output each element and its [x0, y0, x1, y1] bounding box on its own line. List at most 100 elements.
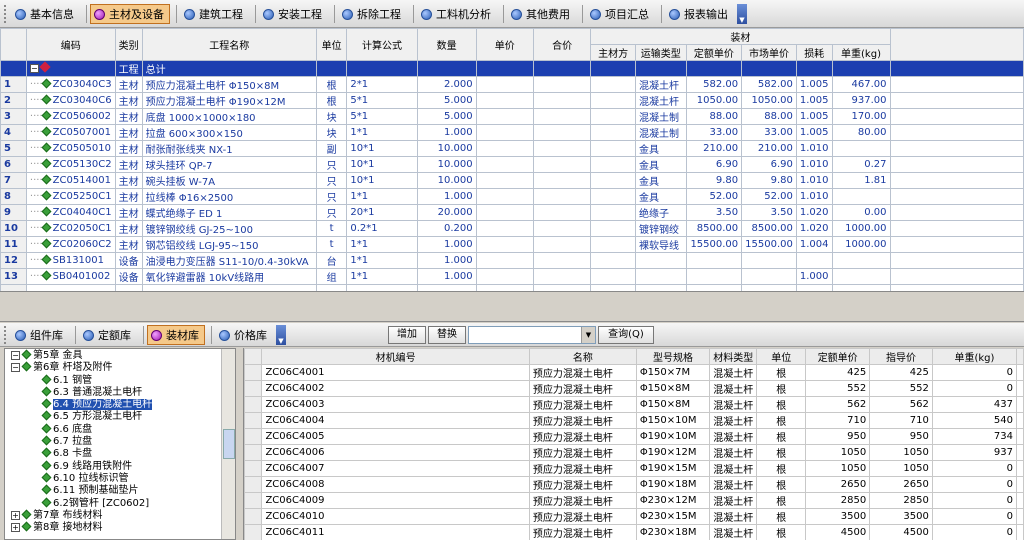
table-row[interactable]: 6 ···· ZC05130C2 主材 球头挂环 QP-7 只 10*1 10.000 金具 6.… — [0, 156, 1024, 173]
qty-cell[interactable]: 0.200 — [416, 220, 477, 237]
replace-button[interactable]: 替换 — [428, 326, 466, 344]
unit-cell[interactable]: 组 — [315, 268, 348, 285]
column-header[interactable]: 材料类型 — [709, 348, 758, 365]
price-cell[interactable] — [475, 124, 534, 141]
formula-cell[interactable]: 1*1 — [346, 188, 418, 205]
weight-cell[interactable]: 0.27 — [831, 156, 891, 173]
market-price-cell[interactable] — [741, 268, 797, 285]
formula-cell[interactable]: 2*1 — [346, 76, 418, 93]
qty-cell[interactable]: 1.000 — [416, 124, 477, 141]
column-header[interactable]: 数量 — [416, 28, 477, 61]
unit-cell[interactable]: t — [315, 236, 348, 253]
weight-cell[interactable] — [831, 268, 891, 285]
code-cell[interactable]: ···· ZC05130C2 — [25, 156, 116, 173]
tab-5[interactable]: 工料机分析 — [417, 4, 497, 24]
tree-item[interactable]: 6.10 拉线标识管 — [5, 472, 235, 485]
weight-cell[interactable]: 467.00 — [831, 76, 891, 93]
loss-cell[interactable]: 1.005 — [795, 124, 833, 141]
quota-price-cell[interactable]: 210.00 — [685, 140, 743, 157]
qty-cell[interactable]: 5.000 — [416, 92, 477, 109]
weight-cell[interactable] — [831, 252, 891, 269]
qty-cell[interactable]: 1.000 — [416, 236, 477, 253]
table-row[interactable]: 2 ···· ZC03040C6 主材 预应力混凝土电杆 Φ190×12M 根 5*1 5.0… — [0, 92, 1024, 109]
quota-price-cell[interactable]: 9.80 — [685, 172, 743, 189]
price-cell[interactable] — [475, 252, 534, 269]
qty-cell[interactable]: 10.000 — [416, 140, 477, 157]
tab-2[interactable]: 建筑工程 — [180, 4, 249, 24]
toolbar-overflow-icon[interactable]: ▼ — [737, 4, 747, 24]
quota-price-cell[interactable]: 1050.00 — [685, 92, 743, 109]
formula-cell[interactable]: 1*1 — [346, 236, 418, 253]
name-cell[interactable]: 氧化锌避雷器 10kV线路用 — [141, 268, 317, 285]
table-row[interactable]: 4 ···· ZC0507001 主材 拉盘 600×300×150 块 1*1 1.000 混… — [0, 124, 1024, 141]
main-mat-cell[interactable] — [590, 252, 637, 269]
quota-price-cell[interactable]: 6.90 — [685, 156, 743, 173]
name-cell[interactable]: 预应力混凝土电杆 Φ150×8M — [141, 76, 317, 93]
qty-cell[interactable]: 5.000 — [416, 108, 477, 125]
formula-cell[interactable]: 5*1 — [346, 92, 418, 109]
unit-cell[interactable]: 只 — [315, 156, 348, 173]
code-cell[interactable]: ···· ZC0506002 — [25, 108, 116, 125]
table-row[interactable]: 3 ···· ZC0506002 主材 底盘 1000×1000×180 块 5*1 5.00… — [0, 108, 1024, 125]
loss-cell[interactable]: 1.000 — [795, 268, 833, 285]
tab-8[interactable]: 报表输出 — [665, 4, 734, 24]
qty-cell[interactable]: 20.000 — [416, 204, 477, 221]
loss-cell[interactable]: 1.005 — [795, 76, 833, 93]
collapse-icon[interactable]: − — [11, 363, 20, 373]
tab-7[interactable]: 项目汇总 — [586, 4, 655, 24]
column-header[interactable]: 材机编号 — [261, 348, 530, 365]
price-cell[interactable] — [475, 204, 534, 221]
column-header[interactable] — [0, 28, 27, 61]
tree-toggle[interactable]: − — [25, 60, 116, 77]
weight-cell[interactable]: 937.00 — [831, 92, 891, 109]
tree-item[interactable]: 6.9 线路用铁附件 — [5, 460, 235, 473]
library-tab-2[interactable]: 装材库 — [147, 325, 205, 345]
transport-cell[interactable]: 金具 — [635, 140, 687, 157]
formula-cell[interactable]: 1*1 — [346, 268, 418, 285]
expand-icon[interactable]: + — [11, 510, 20, 520]
market-price-cell[interactable]: 9.80 — [741, 172, 797, 189]
library-tab-3[interactable]: 价格库 — [215, 325, 273, 345]
weight-cell[interactable]: 1000.00 — [831, 236, 891, 253]
tab-1[interactable]: 主材及设备 — [90, 4, 170, 24]
tree-item[interactable]: 6.6 底盘 — [5, 423, 235, 436]
market-price-cell[interactable]: 88.00 — [741, 108, 797, 125]
loss-cell[interactable]: 1.004 — [795, 236, 833, 253]
price-cell[interactable] — [475, 156, 534, 173]
qty-cell[interactable]: 10.000 — [416, 172, 477, 189]
market-price-cell[interactable]: 8500.00 — [741, 220, 797, 237]
collapse-icon[interactable]: − — [29, 63, 39, 73]
quota-price-cell[interactable]: 582.00 — [685, 76, 743, 93]
transport-cell[interactable]: 金具 — [635, 156, 687, 173]
main-mat-cell[interactable] — [590, 204, 637, 221]
table-row[interactable]: 13 ···· SB0401002 设备 氧化锌避雷器 10kV线路用组 1*1 1.000… — [0, 268, 1024, 285]
transport-cell[interactable]: 混凝土制 — [635, 124, 687, 141]
column-header[interactable]: 单价 — [475, 28, 534, 61]
main-mat-cell[interactable] — [590, 156, 637, 173]
market-price-cell[interactable]: 210.00 — [741, 140, 797, 157]
column-header[interactable]: 编码 — [25, 28, 116, 61]
tree-item[interactable]: 6.3 普通混凝土电杆 — [5, 386, 235, 399]
tab-0[interactable]: 基本信息 — [11, 4, 80, 24]
loss-cell[interactable]: 1.005 — [795, 108, 833, 125]
tree-scrollbar[interactable] — [221, 349, 235, 539]
name-cell[interactable]: 碗头挂板 W-7A — [141, 172, 317, 189]
main-mat-cell[interactable] — [590, 76, 637, 93]
table-row[interactable]: 9 ···· ZC04040C1 主材 蝶式绝缘子 ED 1 只 20*1 20.000 绝缘子… — [0, 204, 1024, 221]
market-price-cell[interactable]: 6.90 — [741, 156, 797, 173]
price-cell[interactable] — [475, 92, 534, 109]
transport-cell[interactable]: 镀锌钢绞 — [635, 220, 687, 237]
material-list[interactable]: 材机编号 名称 型号规格 材料类型 单位 定额单价 指导价 单重(kg) ZC06C4001 预应… — [243, 348, 1024, 540]
quota-price-cell[interactable]: 8500.00 — [685, 220, 743, 237]
tree-item[interactable]: + 第8章 接地材料 — [5, 521, 235, 534]
table-row[interactable]: ZC06C4006 预应力混凝土电杆 Φ190×12M 混凝土杆根 1050 1050 93… — [244, 444, 1024, 461]
weight-cell[interactable]: 80.00 — [831, 124, 891, 141]
weight-cell[interactable] — [831, 188, 891, 205]
name-cell[interactable]: 油浸电力变压器 S11-10/0.4-30kVA — [141, 252, 317, 269]
main-mat-cell[interactable] — [590, 188, 637, 205]
table-row[interactable]: 1 ···· ZC03040C3 主材 预应力混凝土电杆 Φ150×8M 根 2*1 2.00… — [0, 76, 1024, 93]
transport-cell[interactable]: 金具 — [635, 172, 687, 189]
table-row[interactable]: ZC06C4009 预应力混凝土电杆 Φ230×12M 混凝土杆根 2850 2850 0 — [244, 492, 1024, 509]
unit-cell[interactable]: 只 — [315, 172, 348, 189]
library-tab-1[interactable]: 定额库 — [79, 325, 137, 345]
